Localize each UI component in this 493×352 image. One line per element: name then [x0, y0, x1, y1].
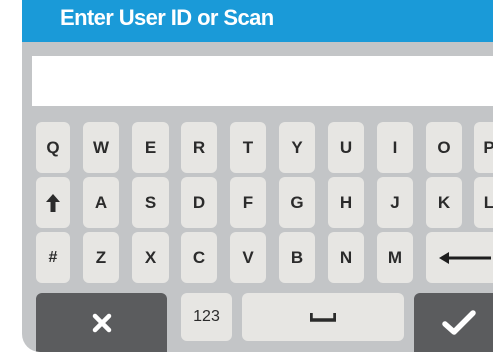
- key-x[interactable]: X: [132, 232, 169, 283]
- key-w[interactable]: W: [83, 122, 119, 173]
- key-o[interactable]: O: [426, 122, 462, 173]
- key-h[interactable]: H: [328, 177, 364, 228]
- keyboard-dialog: Enter User ID or Scan Q W E R T Y U I O …: [22, 0, 493, 352]
- user-id-input[interactable]: [32, 56, 493, 106]
- checkmark-icon: [442, 309, 476, 335]
- key-i[interactable]: I: [377, 122, 413, 173]
- symbols-key[interactable]: #: [36, 232, 70, 283]
- key-m[interactable]: M: [377, 232, 413, 283]
- key-s[interactable]: S: [132, 177, 169, 228]
- up-arrow-icon: [46, 193, 60, 212]
- backspace-key[interactable]: [426, 232, 493, 283]
- key-d[interactable]: D: [181, 177, 217, 228]
- key-g[interactable]: G: [279, 177, 315, 228]
- x-icon: [92, 313, 111, 332]
- key-t[interactable]: T: [230, 122, 266, 173]
- dialog-title: Enter User ID or Scan: [60, 5, 274, 30]
- key-y[interactable]: Y: [279, 122, 315, 173]
- left-arrow-icon: [439, 251, 491, 264]
- space-bar-icon: [310, 313, 336, 322]
- key-p[interactable]: P: [474, 122, 493, 173]
- key-q[interactable]: Q: [36, 122, 70, 173]
- title-bar: Enter User ID or Scan: [22, 0, 493, 42]
- confirm-button[interactable]: [414, 293, 493, 352]
- shift-key[interactable]: [36, 177, 70, 228]
- key-n[interactable]: N: [328, 232, 364, 283]
- numbers-key[interactable]: 123: [181, 293, 232, 341]
- key-k[interactable]: K: [426, 177, 462, 228]
- key-v[interactable]: V: [230, 232, 266, 283]
- key-b[interactable]: B: [279, 232, 315, 283]
- key-r[interactable]: R: [181, 122, 217, 173]
- key-l[interactable]: L: [474, 177, 493, 228]
- cancel-button[interactable]: [36, 293, 167, 352]
- key-f[interactable]: F: [230, 177, 266, 228]
- key-u[interactable]: U: [328, 122, 364, 173]
- space-key[interactable]: [242, 293, 404, 341]
- key-e[interactable]: E: [132, 122, 169, 173]
- key-a[interactable]: A: [83, 177, 119, 228]
- key-c[interactable]: C: [181, 232, 217, 283]
- key-j[interactable]: J: [377, 177, 413, 228]
- key-z[interactable]: Z: [83, 232, 119, 283]
